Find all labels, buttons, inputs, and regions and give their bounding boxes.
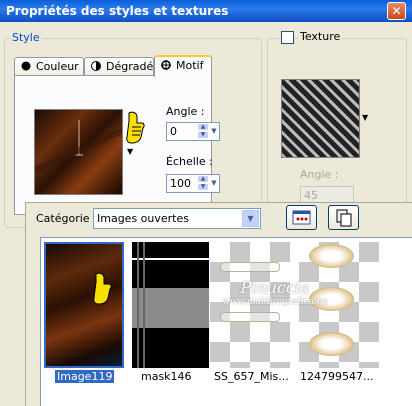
close-button[interactable]: ✕ (387, 2, 406, 20)
angle-stepper[interactable]: 0 ▲ ▼ ▼ (166, 122, 220, 141)
category-select[interactable]: Images ouvertes ▼ (93, 208, 261, 229)
gradient-circle-icon (91, 61, 101, 71)
watermark: Pinuccia www.maldiregrafica.eu (190, 278, 360, 307)
thumb-image119[interactable] (44, 242, 124, 368)
pattern-preview (35, 120, 122, 173)
copy-icon (336, 209, 352, 227)
scale-dropdown-icon[interactable]: ▼ (209, 175, 219, 192)
window-title: Propriétés des styles et textures (6, 4, 229, 18)
close-icon: ✕ (391, 4, 402, 18)
texture-angle-value: 45 (304, 189, 318, 202)
angle-value[interactable]: 0 (170, 125, 177, 138)
angle-up-button[interactable]: ▲ (197, 123, 209, 131)
texture-checkbox[interactable] (281, 31, 294, 44)
thumb-label-mask146[interactable]: mask146 (139, 370, 194, 383)
tab-couleur-label: Couleur (36, 60, 79, 73)
pattern-swatch[interactable] (34, 109, 123, 195)
texture-label: Texture (298, 30, 343, 43)
watermark-main: Pinuccia (240, 278, 310, 297)
title-bar: Propriétés des styles et textures ✕ (0, 0, 412, 22)
tab-degrade-label: Dégradé (106, 60, 154, 73)
category-value: Images ouvertes (97, 212, 189, 225)
tab-motif-label: Motif (176, 59, 204, 72)
thumb-label-image119[interactable]: Image119 (55, 370, 115, 383)
angle-label: Angle : (166, 105, 205, 118)
angle-dropdown-icon[interactable]: ▼ (209, 123, 219, 140)
texture-dropdown-arrow-icon[interactable]: ▼ (362, 113, 368, 122)
chevron-down-icon[interactable]: ▼ (242, 210, 259, 227)
pattern-icon (161, 60, 171, 70)
angle-down-button[interactable]: ▼ (197, 131, 209, 139)
options-icon (292, 210, 311, 225)
thumb-label-124799547[interactable]: 124799547... (298, 370, 375, 383)
style-legend: Style (10, 31, 42, 44)
scale-stepper[interactable]: 100 ▲ ▼ ▼ (166, 174, 220, 193)
thumb-label-ss657[interactable]: SS_657_Mis... (212, 370, 291, 383)
scale-down-button[interactable]: ▼ (197, 183, 209, 191)
copy-button[interactable] (328, 205, 359, 230)
tab-couleur[interactable]: Couleur (14, 57, 84, 76)
scale-up-button[interactable]: ▲ (197, 175, 209, 183)
tab-degrade[interactable]: Dégradé (84, 57, 154, 76)
tab-motif[interactable]: Motif (154, 55, 212, 77)
pattern-dropdown-arrow-icon[interactable]: ▼ (127, 147, 133, 156)
texture-angle-label: Angle : (300, 168, 339, 181)
scale-value[interactable]: 100 (170, 177, 191, 190)
color-circle-icon (21, 61, 31, 71)
watermark-sub: www.maldiregrafica.eu (222, 297, 328, 307)
category-label: Catégorie : (36, 212, 97, 225)
hand-cursor-icon (93, 272, 112, 305)
texture-swatch[interactable] (281, 79, 360, 158)
hand-cursor-icon (126, 111, 145, 144)
scale-label: Échelle : (166, 155, 213, 168)
options-button[interactable] (286, 205, 317, 230)
